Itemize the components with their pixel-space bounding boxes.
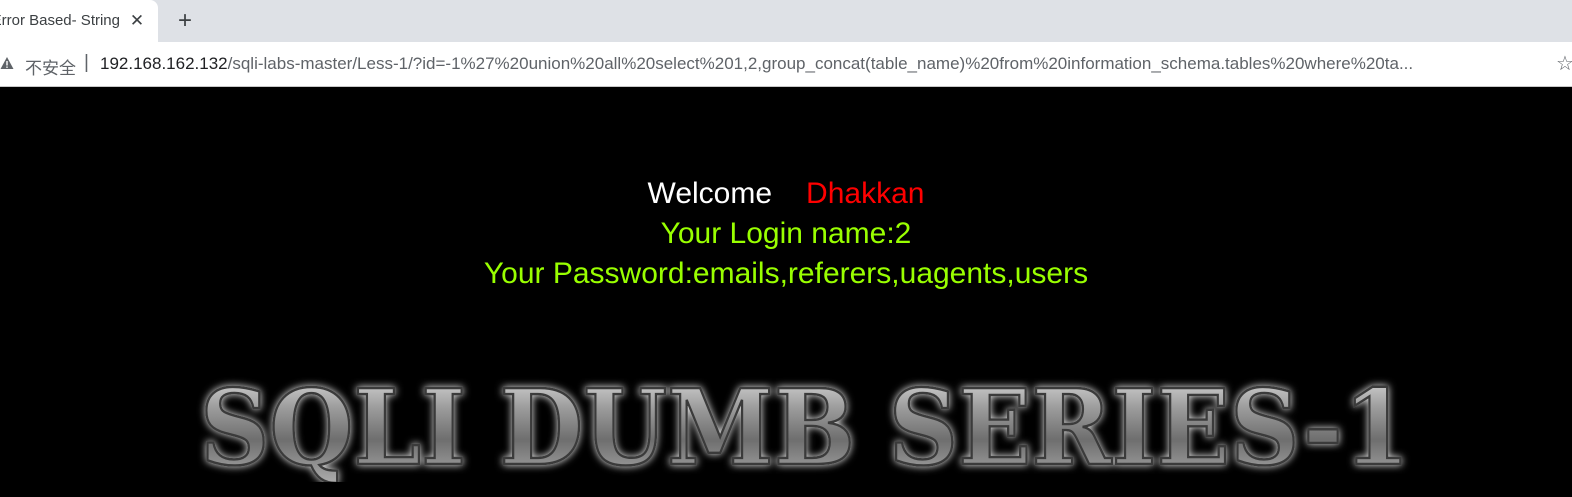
login-name-text: Your Login name:2 (660, 217, 912, 250)
tab-strip: Less-1 **Error Based- String** ✕ + (0, 0, 1572, 42)
welcome-line: Welcome Dhakkan (0, 177, 1572, 211)
bookmark-star-icon[interactable]: ☆ (1556, 51, 1572, 76)
tab-title[interactable]: Less-1 **Error Based- String** (0, 12, 120, 29)
password-text: Your Password:emails,referers,uagents,us… (483, 257, 1089, 290)
url-text[interactable]: 192.168.162.132/sqli-labs-master/Less-1/… (100, 54, 1540, 74)
tab-active[interactable]: Less-1 **Error Based- String** ✕ (0, 0, 158, 42)
security-status-label[interactable]: 不安全 (25, 54, 76, 79)
new-tab-icon[interactable]: + (172, 8, 198, 34)
welcome-label: Welcome (647, 177, 773, 210)
logo-text: SQLI DUMB SERIES-1 (200, 372, 1410, 482)
close-icon[interactable]: ✕ (126, 10, 148, 32)
url-host: 192.168.162.132 (100, 54, 228, 73)
address-separator: | (84, 52, 89, 73)
url-path: /sqli-labs-master/Less-1/?id=-1%27%20uni… (227, 54, 1414, 73)
browser-toolbar: 不安全 | 192.168.162.132/sqli-labs-master/L… (0, 42, 1572, 87)
username-label: Dhakkan (806, 177, 925, 210)
warning-icon[interactable] (0, 56, 14, 70)
sqli-dumb-series-logo: SQLI DUMB SERIES-1 (199, 372, 1412, 482)
address-bar[interactable]: 不安全 | 192.168.162.132/sqli-labs-master/L… (0, 49, 1572, 79)
page-content: Welcome Dhakkan Your Login name:2 Your Pa… (0, 87, 1572, 497)
